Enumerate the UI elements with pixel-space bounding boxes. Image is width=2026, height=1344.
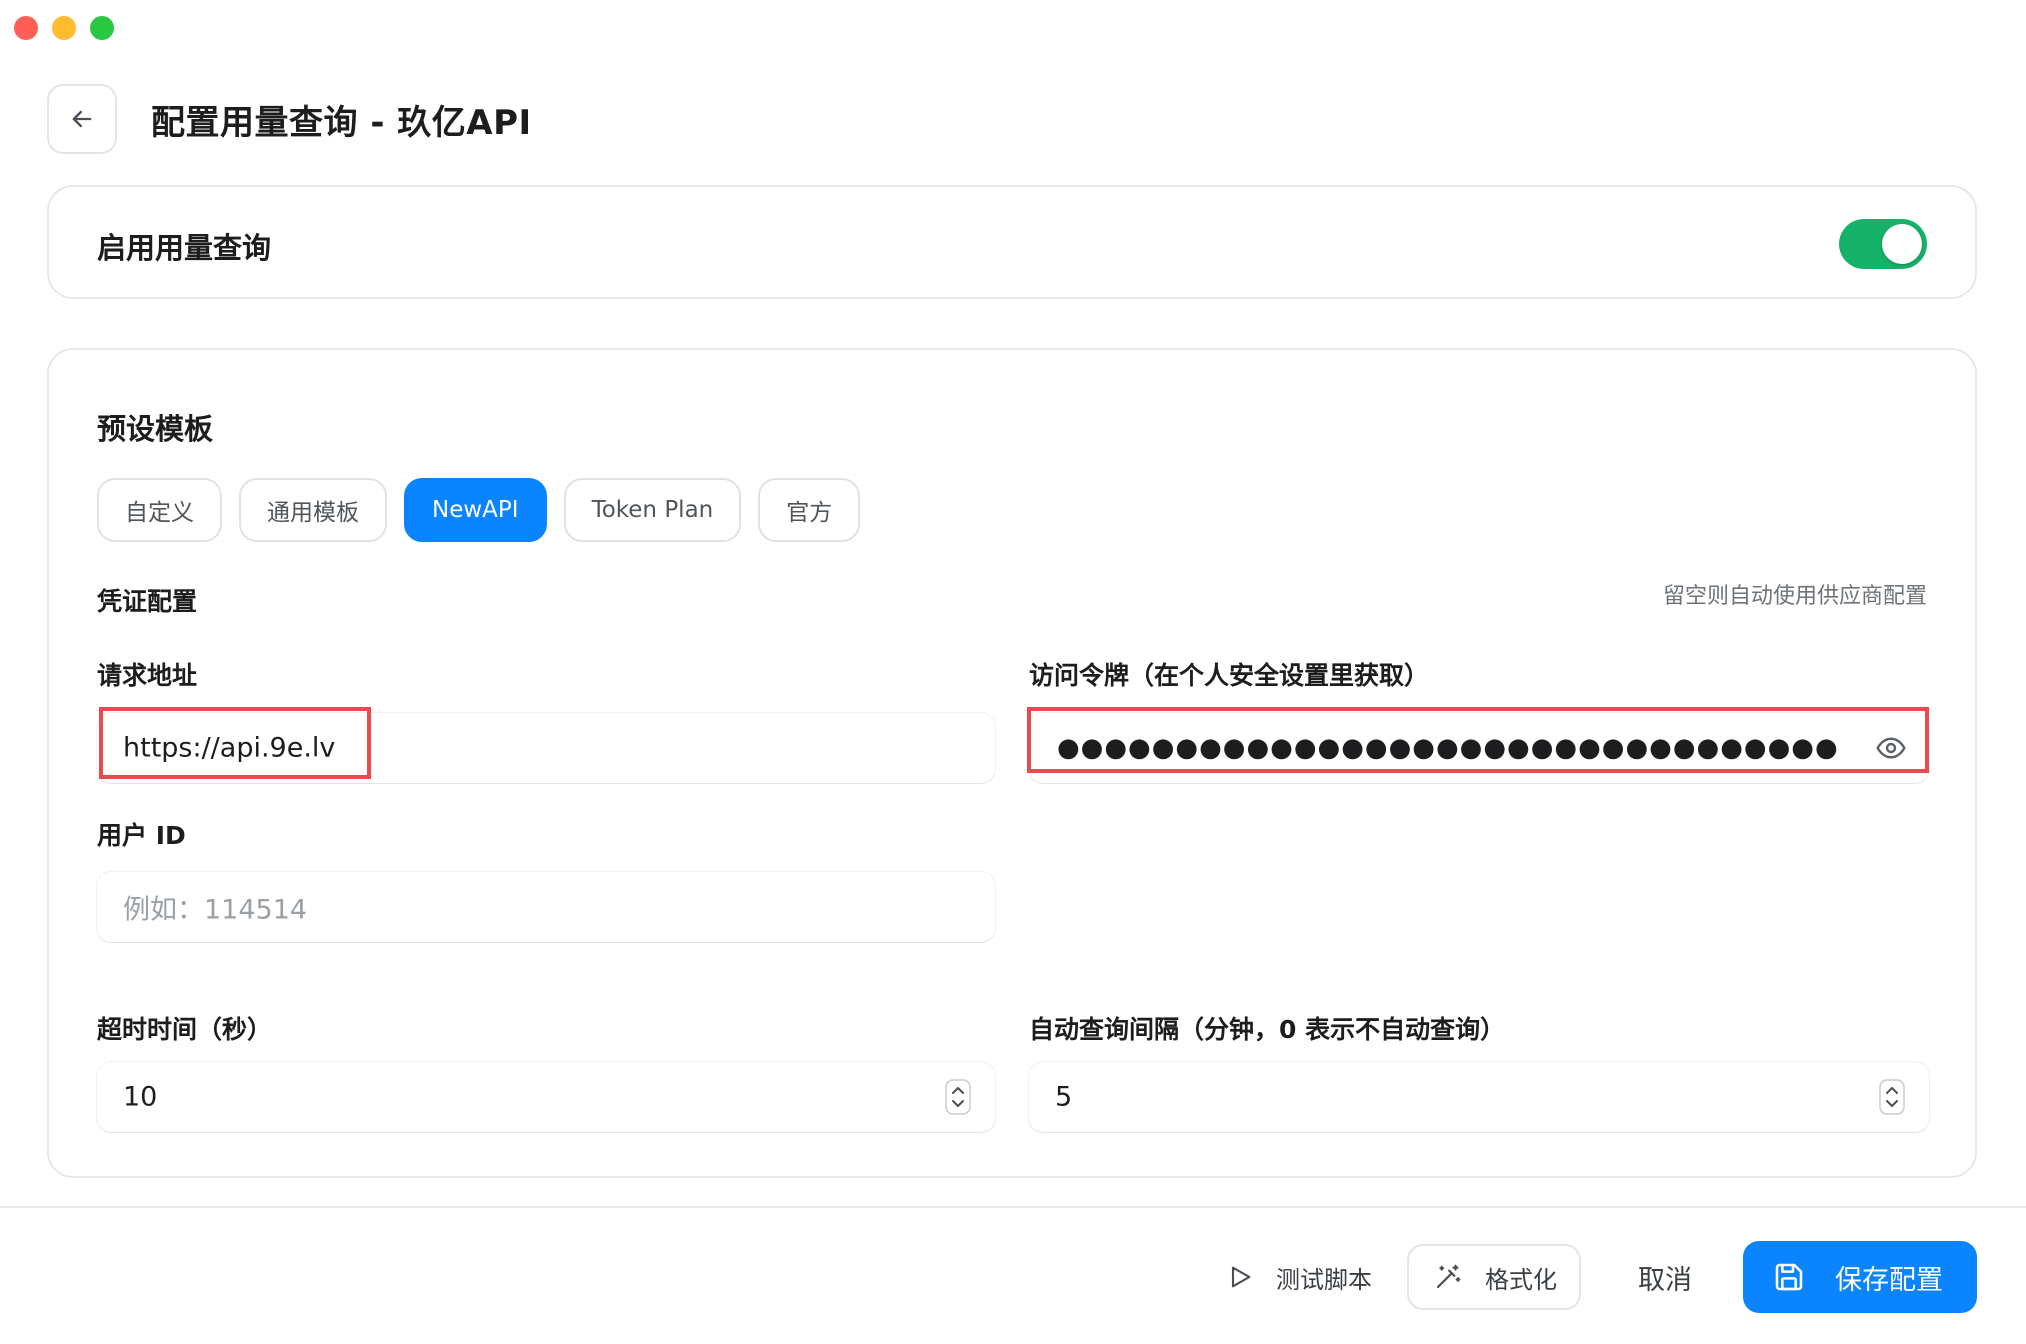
save-icon xyxy=(1775,1263,1803,1291)
window-controls xyxy=(14,16,114,40)
page-title: 配置用量查询 - 玖亿API xyxy=(151,103,532,143)
timeout-value: 10 xyxy=(123,1081,158,1113)
template-chip-token-plan[interactable]: Token Plan xyxy=(563,478,742,542)
test-script-button[interactable]: 测试脚本 xyxy=(1208,1244,1378,1310)
format-label: 格式化 xyxy=(1485,1265,1557,1294)
request-url-label: 请求地址 xyxy=(97,661,198,690)
access-token-input[interactable]: ●●●●●●●●●●●●●●●●●●●●●●●●●●●●●●●●● xyxy=(1029,713,1929,783)
template-chip-generic[interactable]: 通用模板 xyxy=(239,478,387,542)
request-url-input[interactable]: https://api.9e.lv xyxy=(97,713,995,783)
footer-divider xyxy=(0,1206,2026,1208)
user-id-label: 用户 ID xyxy=(97,821,186,850)
test-script-label: 测试脚本 xyxy=(1276,1265,1372,1294)
cancel-button[interactable]: 取消 xyxy=(1605,1244,1725,1310)
eye-icon[interactable] xyxy=(1875,732,1907,764)
interval-label: 自动查询间隔（分钟，0 表示不自动查询） xyxy=(1029,1015,1506,1044)
interval-input[interactable]: 5 xyxy=(1029,1062,1929,1132)
stepper-icon[interactable] xyxy=(945,1079,971,1115)
magic-wand-icon xyxy=(1436,1264,1461,1289)
template-chip-custom[interactable]: 自定义 xyxy=(97,478,222,542)
config-card: 预设模板 自定义 通用模板 NewAPI Token Plan 官方 凭证配置 … xyxy=(47,348,1977,1178)
access-token-label: 访问令牌（在个人安全设置里获取） xyxy=(1029,661,1430,690)
enable-usage-card: 启用用量查询 xyxy=(47,185,1977,299)
template-chip-newapi[interactable]: NewAPI xyxy=(404,478,547,542)
play-icon xyxy=(1231,1266,1251,1288)
interval-value: 5 xyxy=(1055,1081,1073,1113)
credentials-hint: 留空则自动使用供应商配置 xyxy=(1662,584,1927,609)
window: 配置用量查询 - 玖亿API 启用用量查询 预设模板 自定义 通用模板 NewA… xyxy=(0,0,2026,1344)
template-chips: 自定义 通用模板 NewAPI Token Plan 官方 xyxy=(97,478,861,542)
timeout-input[interactable]: 10 xyxy=(97,1062,995,1132)
save-config-button[interactable]: 保存配置 xyxy=(1743,1241,1977,1313)
templates-title: 预设模板 xyxy=(97,412,214,446)
timeout-label: 超时时间（秒） xyxy=(97,1015,273,1044)
format-button[interactable]: 格式化 xyxy=(1407,1244,1581,1310)
access-token-masked-value: ●●●●●●●●●●●●●●●●●●●●●●●●●●●●●●●●● xyxy=(1057,733,1839,763)
stepper-icon[interactable] xyxy=(1879,1079,1905,1115)
toggle-knob xyxy=(1882,224,1922,264)
user-id-input[interactable]: 例如：114514 xyxy=(97,872,995,942)
enable-usage-toggle[interactable] xyxy=(1839,219,1927,269)
enable-usage-label: 启用用量查询 xyxy=(97,231,272,265)
save-config-label: 保存配置 xyxy=(1835,1264,1943,1296)
request-url-value: https://api.9e.lv xyxy=(123,732,336,764)
close-window-button[interactable] xyxy=(14,16,38,40)
credentials-title: 凭证配置 xyxy=(97,587,198,616)
zoom-window-button[interactable] xyxy=(90,16,114,40)
back-button[interactable] xyxy=(47,84,117,154)
template-chip-official[interactable]: 官方 xyxy=(758,478,861,542)
arrow-left-icon xyxy=(72,110,92,128)
minimize-window-button[interactable] xyxy=(52,16,76,40)
user-id-placeholder: 例如：114514 xyxy=(123,894,308,926)
